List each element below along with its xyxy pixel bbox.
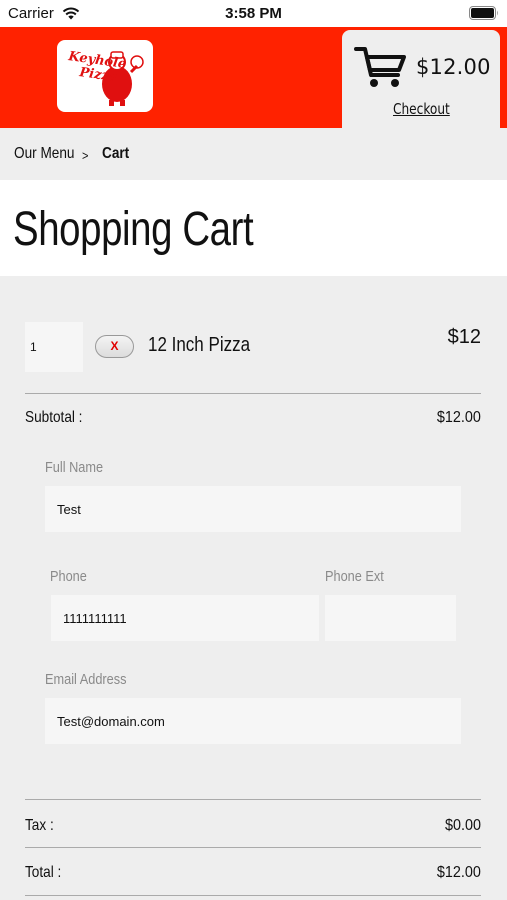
- battery-icon: [469, 6, 498, 20]
- status-time: 3:58 PM: [225, 5, 282, 22]
- title-area: Shopping Cart: [0, 180, 507, 276]
- phone-label: Phone: [50, 568, 87, 585]
- full-name-label: Full Name: [45, 459, 104, 476]
- subtotal-label: Subtotal :: [25, 409, 83, 426]
- cart-content: X 12 Inch Pizza $12 Subtotal : $12.00 Fu…: [0, 276, 507, 900]
- cart-summary-tab[interactable]: $12.00 Checkout: [342, 30, 500, 128]
- total-value: $12.00: [436, 864, 481, 881]
- checkout-link[interactable]: Checkout: [393, 100, 450, 118]
- logo-graphic: Keyhole Pizza: [66, 49, 144, 106]
- phone-ext-label: Phone Ext: [325, 568, 384, 585]
- breadcrumb-cart: Cart: [102, 145, 130, 162]
- breadcrumb-our-menu[interactable]: Our Menu: [14, 145, 74, 163]
- divider: [25, 847, 481, 848]
- item-price: $12: [447, 326, 481, 348]
- email-field[interactable]: [45, 698, 461, 744]
- item-quantity-input[interactable]: [25, 322, 83, 372]
- cart-total: $12.00: [416, 55, 491, 79]
- subtotal-value: $12.00: [436, 409, 481, 426]
- divider: [25, 393, 481, 394]
- phone-field[interactable]: [51, 595, 319, 641]
- keyhole-pizza-logo[interactable]: Keyhole Pizza: [57, 40, 153, 112]
- divider: [25, 799, 481, 800]
- full-name-field[interactable]: [45, 486, 461, 532]
- breadcrumb: Our Menu > Cart: [0, 128, 507, 180]
- phone-ext-field[interactable]: [325, 595, 456, 641]
- app-header: Keyhole Pizza $12.00 Checkout: [0, 27, 507, 128]
- shopping-cart-icon[interactable]: [354, 44, 408, 90]
- breadcrumb-separator: >: [82, 148, 89, 163]
- status-bar: Carrier 3:58 PM: [0, 0, 507, 27]
- remove-item-button[interactable]: X: [95, 335, 134, 358]
- divider: [25, 895, 481, 896]
- page-title: Shopping Cart: [13, 203, 254, 256]
- tax-value: $0.00: [444, 817, 481, 834]
- item-name: 12 Inch Pizza: [148, 334, 251, 356]
- email-label: Email Address: [45, 671, 127, 688]
- total-label: Total :: [25, 864, 62, 881]
- tax-label: Tax :: [25, 817, 54, 834]
